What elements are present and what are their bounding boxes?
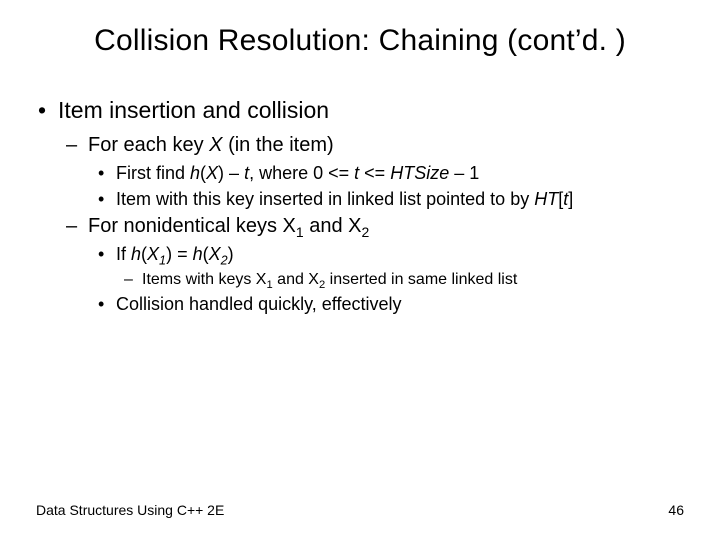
bullet-if-hash: If h(X1) = h(X2) Items with keys X1 and … (88, 242, 684, 290)
footer-source: Data Structures Using C++ 2E (36, 502, 224, 518)
sub-list: If h(X1) = h(X2) Items with keys X1 and … (88, 242, 684, 316)
text: inserted in same linked list (325, 271, 517, 288)
bullet-nonidentical: For nonidentical keys X1 and X2 If h(X1)… (58, 213, 684, 316)
bullet-item-inserted: Item with this key inserted in linked li… (88, 187, 684, 211)
text: = (172, 244, 193, 264)
bullet-collision-handled: Collision handled quickly, effectively (88, 292, 684, 316)
text: First find (116, 163, 190, 183)
slide: Collision Resolution: Chaining (cont’d. … (0, 0, 720, 540)
var-x: X (209, 244, 221, 264)
subscript: 1 (159, 254, 166, 268)
footer: Data Structures Using C++ 2E 46 (36, 502, 684, 518)
text: Items with keys X (142, 271, 266, 288)
var-h: h (190, 163, 200, 183)
text: and X (273, 271, 319, 288)
sub-list: Items with keys X1 and X2 inserted in sa… (116, 269, 684, 291)
text: Collision handled quickly, effectively (116, 294, 402, 314)
sub-list: For each key X (in the item) First find … (58, 132, 684, 317)
var-x: X (147, 244, 159, 264)
bullet-same-list: Items with keys X1 and X2 inserted in sa… (116, 269, 684, 291)
slide-title: Collision Resolution: Chaining (cont’d. … (36, 24, 684, 58)
text: – (224, 163, 244, 183)
var-h: h (193, 244, 203, 264)
text: For nonidentical keys X (88, 215, 296, 237)
subscript: 2 (362, 224, 370, 240)
bullet-list: Item insertion and collision For each ke… (36, 96, 684, 317)
text: Item insertion and collision (58, 97, 329, 123)
text: ] (568, 189, 573, 209)
text: , where 0 <= (249, 163, 354, 183)
var-htsize: HTSize (390, 163, 449, 183)
text: (in the item) (223, 134, 334, 156)
subscript: 2 (221, 254, 228, 268)
bullet-item-insertion: Item insertion and collision For each ke… (36, 96, 684, 317)
bullet-each-key: For each key X (in the item) First find … (58, 132, 684, 212)
text: – 1 (449, 163, 479, 183)
bullet-first-find: First find h(X) – t, where 0 <= t <= HTS… (88, 161, 684, 185)
text: ) (228, 244, 234, 264)
var-x: X (209, 134, 222, 156)
text: Item with this key inserted in linked li… (116, 189, 534, 209)
var-h: h (131, 244, 141, 264)
var-ht: HT (534, 189, 558, 209)
page-number: 46 (668, 502, 684, 518)
text: For each key (88, 134, 209, 156)
sub-list: First find h(X) – t, where 0 <= t <= HTS… (88, 161, 684, 212)
var-x: X (206, 163, 218, 183)
text: and X (304, 215, 362, 237)
subscript: 1 (296, 224, 304, 240)
text: <= (359, 163, 390, 183)
text: If (116, 244, 131, 264)
